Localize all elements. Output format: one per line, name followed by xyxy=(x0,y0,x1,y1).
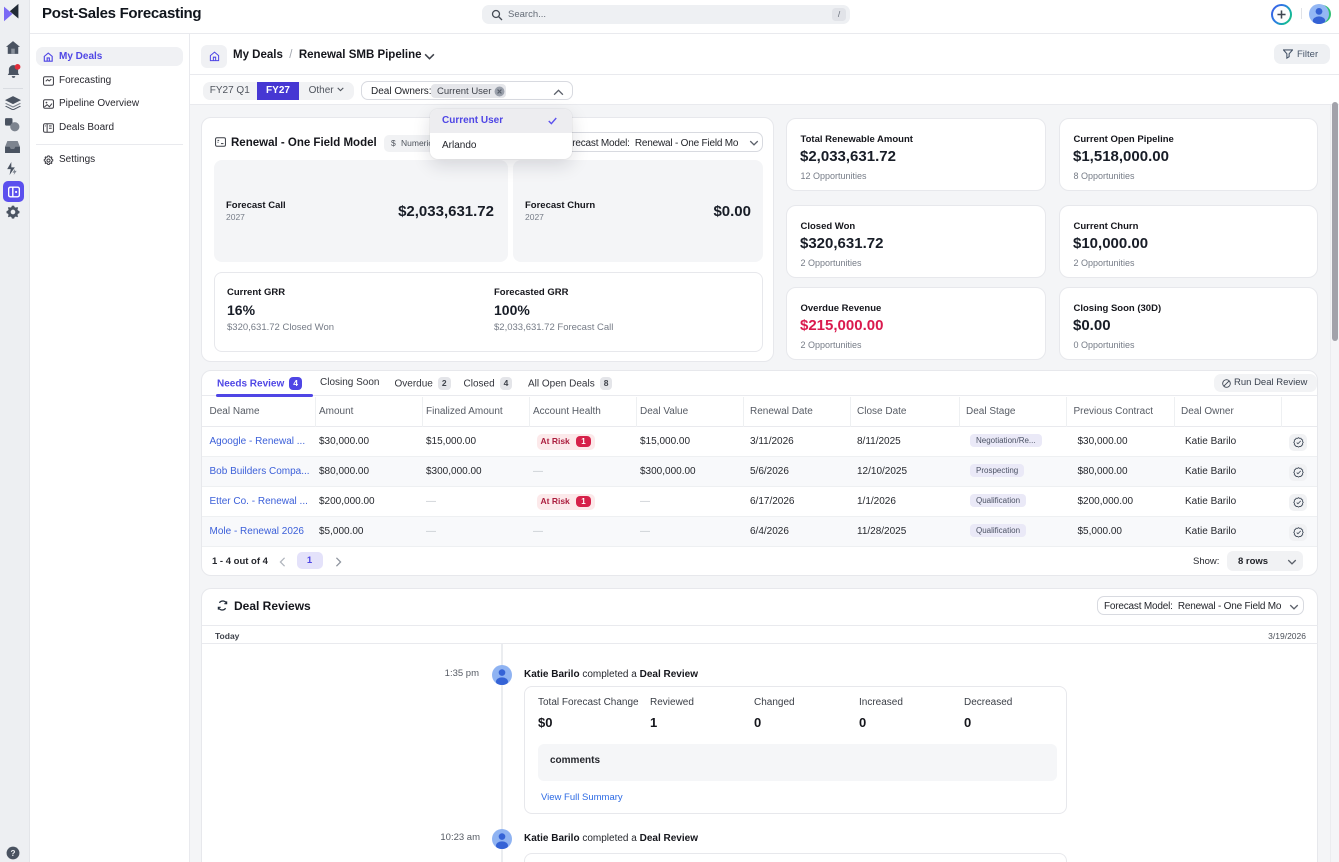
svg-text:?: ? xyxy=(11,849,16,858)
